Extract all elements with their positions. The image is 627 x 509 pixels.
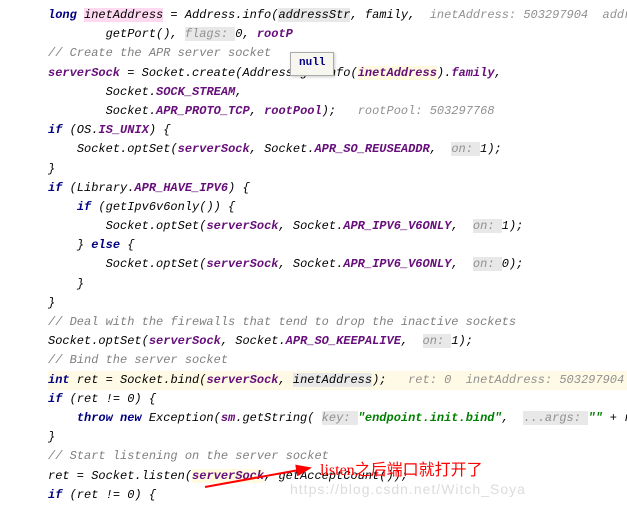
code-line: Socket.optSet(serverSock, Socket.APR_SO_… <box>48 332 627 351</box>
code-comment: // Create the APR server socket <box>48 44 627 63</box>
code-line: if (ret != 0) { <box>48 390 627 409</box>
code-line: } <box>48 428 627 447</box>
code-line: } <box>48 160 627 179</box>
code-line: Socket.SOCK_STREAM, <box>48 83 627 102</box>
code-line: if (getIpv6v6only()) { <box>48 198 627 217</box>
code-line-highlighted: int ret = Socket.bind(serverSock, inetAd… <box>48 371 627 390</box>
code-line: Socket.optSet(serverSock, Socket.APR_IPV… <box>48 255 627 274</box>
code-line: } <box>48 275 627 294</box>
code-line: getPort(), flags: 0, rootP <box>48 25 627 44</box>
hover-tooltip: null <box>290 52 334 76</box>
code-line: throw new Exception(sm.getString( key: "… <box>48 409 627 428</box>
code-line: } <box>48 294 627 313</box>
code-line: long inetAddress = Address.info(addressS… <box>48 6 627 25</box>
code-comment: // Deal with the firewalls that tend to … <box>48 313 627 332</box>
code-line: serverSock = Socket.create(Address.getIn… <box>48 64 627 83</box>
code-line: Socket.optSet(serverSock, Socket.APR_SO_… <box>48 140 627 159</box>
watermark: https://blog.csdn.net/Witch_Soya <box>290 478 526 500</box>
code-line: if (OS.IS_UNIX) { <box>48 121 627 140</box>
code-line: Socket.APR_PROTO_TCP, rootPool); rootPoo… <box>48 102 627 121</box>
code-editor[interactable]: long inetAddress = Address.info(addressS… <box>0 0 627 505</box>
code-line: if (Library.APR_HAVE_IPV6) { <box>48 179 627 198</box>
code-line: Socket.optSet(serverSock, Socket.APR_IPV… <box>48 217 627 236</box>
code-line: } else { <box>48 236 627 255</box>
code-comment: // Bind the server socket <box>48 351 627 370</box>
